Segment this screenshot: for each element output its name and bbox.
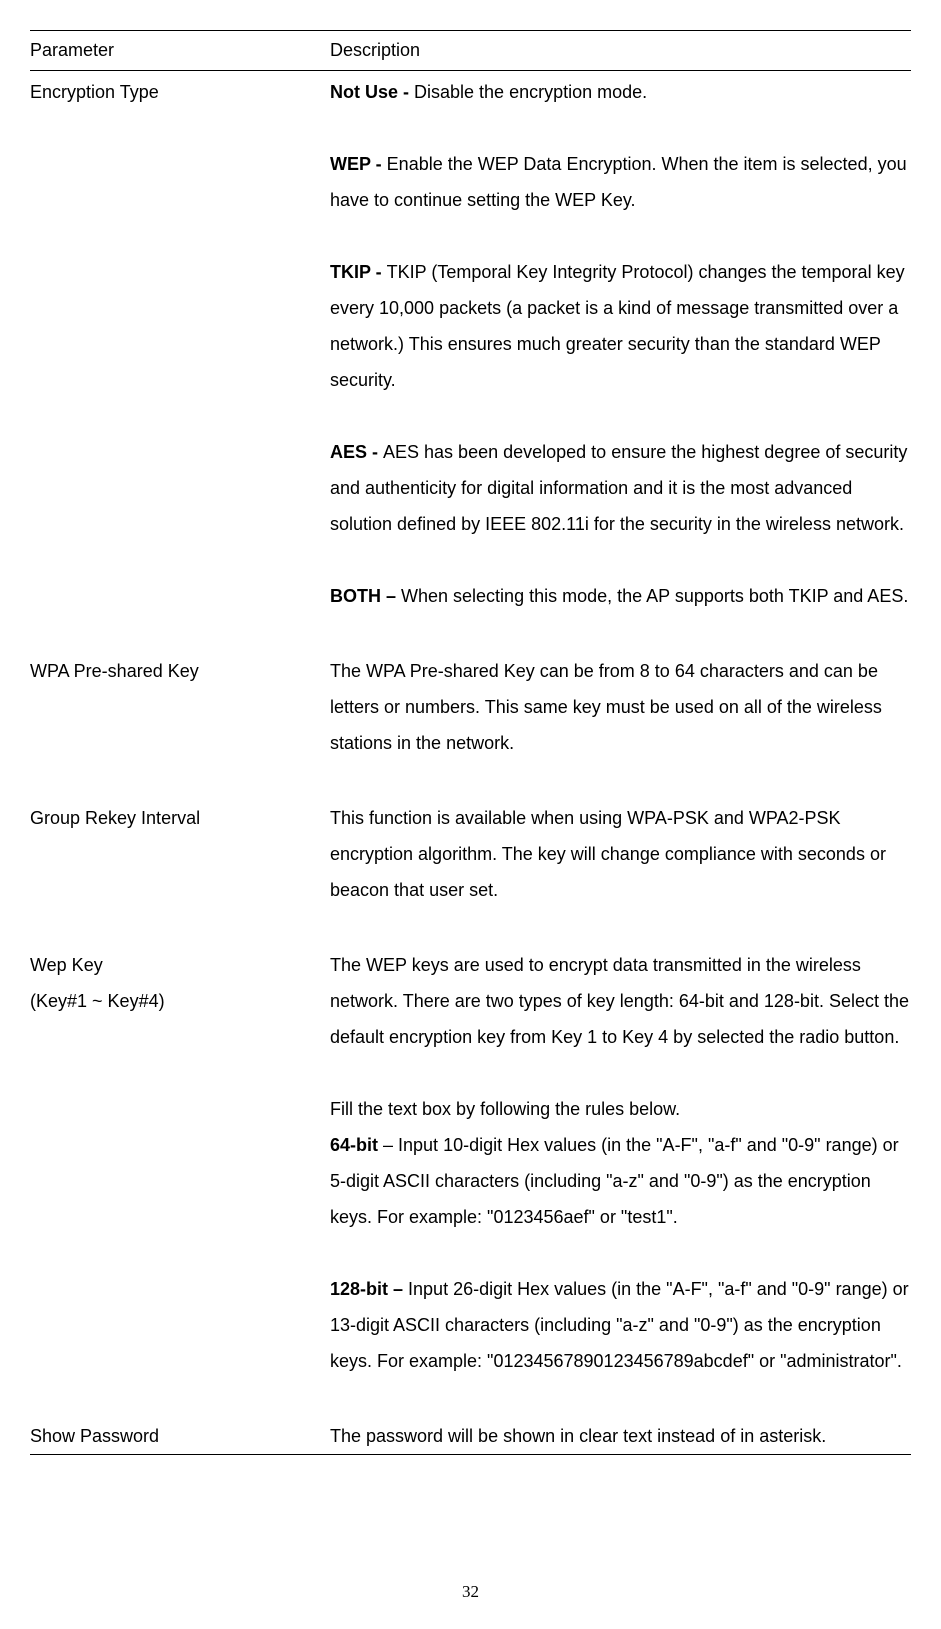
- table-header-row: Parameter Description: [30, 31, 911, 71]
- page-number: 32: [30, 1575, 911, 1609]
- param-encryption-type: Encryption Type: [30, 71, 330, 651]
- desc-wpa-psk: The WPA Pre-shared Key can be from 8 to …: [330, 650, 911, 797]
- text-wpa-psk: The WPA Pre-shared Key can be from 8 to …: [330, 661, 882, 753]
- text-wep-key-intro: The WEP keys are used to encrypt data tr…: [330, 955, 909, 1047]
- param-group-rekey: Group Rekey Interval: [30, 797, 330, 944]
- param-wep-key-line2: (Key#1 ~ Key#4): [30, 991, 165, 1011]
- text-both: When selecting this mode, the AP support…: [401, 586, 908, 606]
- table-row: Wep Key (Key#1 ~ Key#4) The WEP keys are…: [30, 944, 911, 1415]
- desc-encryption-type: Not Use - Disable the encryption mode. W…: [330, 71, 911, 651]
- desc-wep-key: The WEP keys are used to encrypt data tr…: [330, 944, 911, 1415]
- text-128bit: Input 26-digit Hex values (in the "A-F",…: [330, 1279, 909, 1371]
- label-both: BOTH –: [330, 586, 401, 606]
- parameter-table: Parameter Description Encryption Type No…: [30, 30, 911, 1455]
- text-not-use: Disable the encryption mode.: [414, 82, 647, 102]
- label-64bit: 64-bit: [330, 1135, 378, 1155]
- text-wep-key-rules: Fill the text box by following the rules…: [330, 1099, 680, 1119]
- table-row: WPA Pre-shared Key The WPA Pre-shared Ke…: [30, 650, 911, 797]
- label-aes: AES -: [330, 442, 383, 462]
- label-tkip: TKIP -: [330, 262, 387, 282]
- header-parameter: Parameter: [30, 31, 330, 71]
- param-wep-key-line1: Wep Key: [30, 955, 103, 975]
- param-wep-key: Wep Key (Key#1 ~ Key#4): [30, 944, 330, 1415]
- label-128bit: 128-bit –: [330, 1279, 408, 1299]
- text-tkip: TKIP (Temporal Key Integrity Protocol) c…: [330, 262, 905, 390]
- header-description: Description: [330, 31, 911, 71]
- text-show-password: The password will be shown in clear text…: [330, 1426, 826, 1446]
- text-group-rekey: This function is available when using WP…: [330, 808, 886, 900]
- desc-show-password: The password will be shown in clear text…: [330, 1415, 911, 1455]
- label-wep: WEP -: [330, 154, 387, 174]
- label-not-use: Not Use -: [330, 82, 414, 102]
- text-wep: Enable the WEP Data Encryption. When the…: [330, 154, 907, 210]
- param-wpa-psk: WPA Pre-shared Key: [30, 650, 330, 797]
- table-row: Show Password The password will be shown…: [30, 1415, 911, 1455]
- text-64bit: – Input 10-digit Hex values (in the "A-F…: [330, 1135, 899, 1227]
- text-aes: AES has been developed to ensure the hig…: [330, 442, 907, 534]
- param-show-password: Show Password: [30, 1415, 330, 1455]
- table-row: Group Rekey Interval This function is av…: [30, 797, 911, 944]
- desc-group-rekey: This function is available when using WP…: [330, 797, 911, 944]
- table-row: Encryption Type Not Use - Disable the en…: [30, 71, 911, 651]
